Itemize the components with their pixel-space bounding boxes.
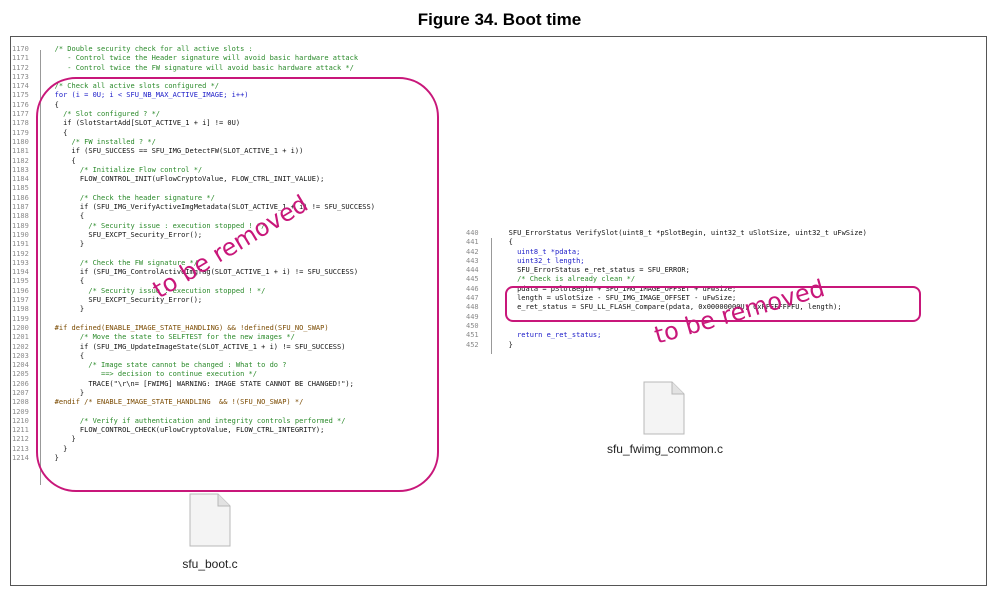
code-text: SFU_ErrorStatus e_ret_status = SFU_ERROR… [496,266,690,275]
code-text: /* Check is already clean */ [496,275,636,284]
figure-title: Figure 34. Boot time [417,10,582,29]
code-text: { [496,238,513,247]
file-label-sfu-fwimg-common: sfu_fwimg_common.c [606,442,724,456]
code-text: } [496,340,513,349]
code-line: 1171 - Control twice the Header signatur… [12,54,375,63]
code-line: 444 SFU_ErrorStatus e_ret_status = SFU_E… [466,266,867,275]
code-line: 443 uint32_t length; [466,257,867,266]
code-text: return e_ret_status; [496,331,602,340]
code-text: SFU_ErrorStatus VerifySlot(uint8_t *pSlo… [496,229,867,237]
file-label-sfu-boot: sfu_boot.c [182,557,238,571]
code-line: 440 SFU_ErrorStatus VerifySlot(uint8_t *… [466,229,867,238]
code-text: uint32_t length; [496,256,585,265]
code-line: 442 uint8_t *pdata; [466,248,867,257]
c-file-icon-left [189,493,231,547]
line-number: 1171 [12,54,29,63]
line-number: 1172 [12,63,29,72]
line-number: 440 [466,229,479,237]
line-number: 1170 [12,45,29,53]
code-line: 1170 /* Double security check for all ac… [12,45,375,54]
code-text: uint8_t *pdata; [496,247,581,256]
line-number: 1173 [12,72,29,81]
code-text: - Control twice the Header signature wil… [42,54,359,63]
code-text: - Control twice the FW signature will av… [42,63,354,72]
code-line: 1172 - Control twice the FW signature wi… [12,64,375,73]
right-fold-gutter [491,238,492,354]
line-number: 1175 [12,91,29,100]
left-removal-highlight [36,77,439,492]
c-file-icon-right [643,381,685,435]
code-line: 441 { [466,238,867,247]
line-number: 1174 [12,82,29,91]
code-text: /* Double security check for all active … [42,45,253,53]
